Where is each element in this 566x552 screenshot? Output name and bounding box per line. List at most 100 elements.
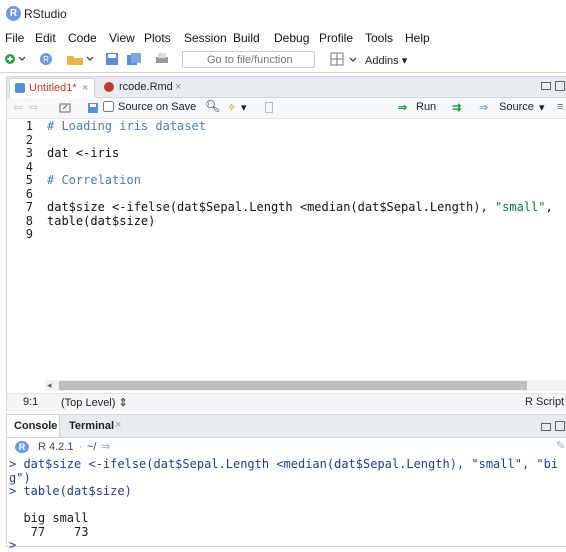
- editor-statusbar: 9:1 (Top Level) ⇕ R Script: [7, 393, 566, 411]
- back-arrow-icon[interactable]: ⇦: [13, 101, 22, 114]
- line-number: 4: [25, 159, 33, 174]
- main-toolbar: R Addins ▾: [0, 48, 566, 73]
- console-line: 77 73: [9, 524, 89, 539]
- console-line: > table(dat$size): [9, 484, 132, 498]
- tab-untitled1[interactable]: Untitled1* ×: [9, 78, 95, 98]
- addins-label: Addins: [365, 55, 399, 67]
- scope-label: (Top Level): [61, 397, 116, 409]
- separator-dot: ·: [79, 441, 83, 453]
- tab-label: Console: [14, 420, 58, 432]
- magic-wand-icon[interactable]: ✧: [227, 101, 236, 114]
- line-number: 7: [25, 200, 33, 214]
- editor-toolbar: ⇦ ⇨ Source on Save 🔍︎ ✧ ▾ ⇒ Run ⇉ ⇒ Sour…: [7, 98, 566, 119]
- line-number: 3: [25, 146, 33, 160]
- r-logo-icon: R: [15, 441, 29, 453]
- menu-profile[interactable]: Profile: [319, 31, 353, 45]
- forward-arrow-icon[interactable]: ⇨: [29, 101, 38, 114]
- menu-code[interactable]: Code: [68, 31, 97, 45]
- run-arrow-icon: ⇒: [398, 102, 408, 114]
- tab-console[interactable]: Console: [7, 415, 60, 437]
- source-editor-pane: Untitled1* × rcode.Rmd × ⇦ ⇨ Source on S…: [6, 76, 566, 411]
- menu-build[interactable]: Build: [233, 31, 260, 45]
- window-title: RStudio: [24, 7, 67, 21]
- r-version: R 4.2.1: [38, 441, 74, 453]
- source-on-save-checkbox[interactable]: [103, 101, 114, 112]
- tab-terminal[interactable]: Terminal ×: [61, 415, 129, 437]
- console-line: > dat$size <-ifelse(dat$Sepal.Length <me…: [9, 457, 559, 471]
- minimize-pane-icon[interactable]: [541, 423, 551, 431]
- addins-dropdown[interactable]: Addins ▾: [365, 54, 407, 67]
- line-number: 1: [25, 119, 33, 133]
- working-directory[interactable]: ~/: [87, 441, 96, 453]
- cursor-position: 9:1: [23, 396, 39, 408]
- grid-layout-icon[interactable]: [330, 52, 358, 66]
- line-number-gutter: 1 2 3 4 5 6 7 8 9: [7, 119, 45, 409]
- open-file-icon[interactable]: [65, 52, 93, 66]
- console-line: g"): [9, 470, 31, 485]
- close-icon[interactable]: ×: [175, 78, 181, 97]
- maximize-pane-icon[interactable]: [555, 421, 565, 431]
- line-number: 5: [25, 173, 33, 187]
- menu-help[interactable]: Help: [405, 31, 430, 45]
- chevron-down-icon: ▾: [401, 55, 408, 67]
- rmd-file-icon: [104, 82, 114, 92]
- scope-selector[interactable]: (Top Level) ⇕: [61, 396, 128, 409]
- console-prompt[interactable]: >: [9, 538, 16, 552]
- goto-file-function-input[interactable]: [182, 51, 315, 68]
- save-all-icon[interactable]: [126, 52, 142, 66]
- outline-icon[interactable]: [265, 102, 273, 113]
- show-in-window-icon[interactable]: [59, 102, 71, 114]
- tab-label: Terminal: [69, 420, 115, 432]
- menu-plots[interactable]: Plots: [144, 31, 171, 45]
- code-editor[interactable]: # Loading iris dataset dat <-iris # Corr…: [45, 119, 566, 409]
- close-icon[interactable]: ×: [115, 419, 121, 431]
- print-icon[interactable]: [154, 52, 170, 66]
- new-project-icon[interactable]: R: [36, 52, 56, 66]
- tab-rcode-rmd[interactable]: rcode.Rmd ×: [99, 78, 189, 97]
- menu-session[interactable]: Session: [184, 31, 227, 45]
- menu-tools[interactable]: Tools: [365, 31, 393, 45]
- chevron-down-icon[interactable]: ▾: [241, 101, 247, 114]
- rerun-icon[interactable]: ⇉: [452, 101, 461, 114]
- line-number: 9: [25, 227, 33, 241]
- source-on-save-label: Source on Save: [118, 101, 197, 113]
- save-icon[interactable]: [87, 102, 99, 114]
- menu-lines-icon[interactable]: ≡: [557, 101, 563, 113]
- save-icon[interactable]: [105, 52, 119, 66]
- code-line: # Correlation: [47, 173, 141, 187]
- menu-debug[interactable]: Debug: [274, 31, 309, 45]
- new-file-icon[interactable]: [4, 52, 26, 66]
- window-titlebar: R RStudio: [0, 0, 566, 28]
- source-button[interactable]: Source: [499, 101, 534, 113]
- console-pane: Console Terminal × R R 4.2.1 · ~/ ⇒ ✎ > …: [6, 414, 566, 552]
- search-icon[interactable]: 🔍︎: [205, 99, 220, 113]
- clear-console-icon[interactable]: ✎: [556, 439, 565, 452]
- run-button[interactable]: Run: [416, 101, 436, 113]
- tab-label: Untitled1*: [29, 82, 77, 94]
- tab-label: rcode.Rmd: [119, 81, 173, 93]
- code-line: dat$size <-ifelse(dat$Sepal.Length <medi…: [47, 200, 553, 214]
- language-selector[interactable]: R Script: [525, 396, 564, 408]
- menu-file[interactable]: File: [5, 31, 24, 45]
- string-literal: "small": [494, 200, 546, 214]
- svg-text:R: R: [43, 55, 49, 64]
- menu-edit[interactable]: Edit: [35, 31, 56, 45]
- code-line: table(dat$size): [47, 213, 156, 228]
- console-output[interactable]: > dat$size <-ifelse(dat$Sepal.Length <me…: [7, 455, 566, 552]
- scroll-left-icon[interactable]: ◂: [47, 380, 52, 391]
- console-line: big small: [9, 511, 89, 525]
- source-arrow-icon: ⇒: [479, 102, 489, 114]
- editor-tabbar: Untitled1* × rcode.Rmd ×: [7, 77, 566, 98]
- console-tabbar: Console Terminal ×: [7, 415, 566, 438]
- horizontal-scrollbar[interactable]: ◂: [45, 380, 566, 391]
- code-line: dat <-iris: [47, 146, 120, 160]
- menu-view[interactable]: View: [109, 31, 135, 45]
- maximize-pane-icon[interactable]: [555, 81, 565, 91]
- scrollbar-thumb[interactable]: [59, 381, 527, 390]
- close-icon[interactable]: ×: [82, 79, 88, 98]
- code-line: # Loading iris dataset: [47, 119, 206, 133]
- chevron-down-icon[interactable]: ▾: [539, 101, 545, 114]
- minimize-pane-icon[interactable]: [541, 82, 551, 90]
- updown-icon: ⇕: [118, 397, 128, 409]
- goto-directory-icon[interactable]: ⇒: [101, 440, 110, 453]
